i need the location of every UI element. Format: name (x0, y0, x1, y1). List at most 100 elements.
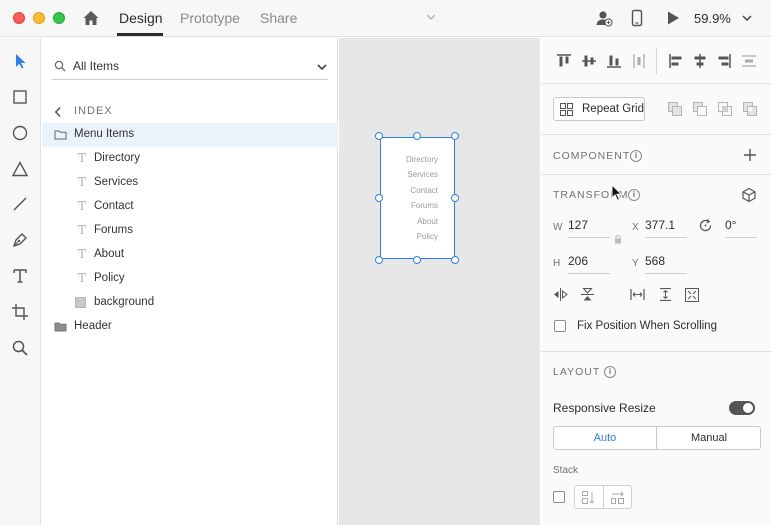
text-layer-icon: T (78, 151, 87, 165)
artboard-text-about[interactable]: About (417, 217, 438, 226)
resize-handle-bottom-left[interactable] (375, 256, 383, 264)
chevron-left-icon[interactable] (54, 106, 62, 118)
artboard-tool-icon[interactable] (11, 303, 29, 321)
align-toolbar (541, 38, 771, 84)
resize-handle-top-right[interactable] (451, 132, 459, 140)
layer-label: Contact (94, 200, 134, 212)
component-section-title: COMPONENT (553, 150, 631, 162)
repeat-grid-button[interactable]: Repeat Grid (553, 97, 645, 121)
select-tool-icon[interactable] (11, 52, 29, 70)
layers-filter-dropdown[interactable]: All Items (52, 54, 328, 80)
line-tool-icon[interactable] (11, 195, 29, 213)
stack-checkbox[interactable] (553, 491, 565, 503)
align-middle-icon[interactable] (580, 52, 598, 70)
layer-label: Directory (94, 152, 141, 164)
fit-to-content-icon[interactable] (685, 288, 699, 302)
x-input[interactable]: 377.1 (645, 218, 687, 238)
property-inspector: Repeat Grid COMPONENT i TRANSFORM i W 12… (541, 38, 771, 525)
boolean-intersect-icon[interactable] (717, 101, 733, 117)
stack-horizontal-icon[interactable] (611, 491, 625, 504)
stack-vertical-icon[interactable] (582, 491, 596, 504)
chevron-down-icon[interactable] (425, 12, 437, 22)
align-center-icon[interactable] (691, 52, 709, 70)
info-icon[interactable]: i (604, 366, 616, 378)
ellipse-tool-icon[interactable] (11, 124, 29, 142)
resize-handle-bottom-right[interactable] (451, 256, 459, 264)
artboard-text-policy[interactable]: Policy (417, 232, 438, 241)
align-bottom-icon[interactable] (605, 52, 623, 70)
artboard-text-forums[interactable]: Forums (411, 201, 438, 210)
info-icon[interactable]: i (628, 189, 640, 201)
distribute-horizontal-icon[interactable] (630, 52, 648, 70)
play-icon[interactable] (664, 9, 682, 27)
zoom-chevron-down-icon[interactable] (741, 13, 753, 23)
width-label: W (553, 222, 563, 233)
layer-row-header[interactable]: Header (42, 315, 338, 339)
divider (656, 48, 657, 74)
artboard-text-services[interactable]: Services (407, 170, 438, 179)
tab-design[interactable]: Design (119, 10, 163, 26)
distribute-spacing-vertical-icon[interactable] (658, 288, 673, 301)
menu-items-group[interactable]: Directory Services Contact Forums About … (380, 137, 455, 259)
boolean-exclude-icon[interactable] (742, 101, 758, 117)
layer-row-contact[interactable]: T Contact (42, 195, 338, 219)
tab-prototype[interactable]: Prototype (180, 10, 240, 26)
layer-label: Services (94, 176, 139, 188)
layer-label: About (94, 248, 125, 260)
zoom-window-button[interactable] (53, 12, 65, 24)
resize-mode-segmented-control: Auto Manual (553, 426, 761, 450)
resize-handle-right[interactable] (451, 194, 459, 202)
artboard-text-directory[interactable]: Directory (406, 155, 438, 164)
zoom-tool-icon[interactable] (11, 339, 29, 357)
canvas[interactable]: Directory Services Contact Forums About … (339, 38, 540, 525)
home-icon[interactable] (82, 9, 100, 27)
info-icon[interactable]: i (630, 150, 642, 162)
pen-tool-icon[interactable] (11, 231, 29, 249)
height-input[interactable]: 206 (568, 254, 610, 274)
layer-row-services[interactable]: T Services (42, 171, 338, 195)
flip-vertical-icon[interactable] (580, 288, 595, 301)
tab-share[interactable]: Share (260, 10, 297, 26)
layer-row-directory[interactable]: T Directory (42, 147, 338, 171)
y-input[interactable]: 568 (645, 254, 687, 274)
resize-handle-top-left[interactable] (375, 132, 383, 140)
width-input[interactable]: 127 (568, 218, 610, 238)
rectangle-layer-icon (75, 297, 86, 308)
align-top-icon[interactable] (555, 52, 573, 70)
device-preview-icon[interactable] (628, 9, 646, 27)
minimize-window-button[interactable] (33, 12, 45, 24)
distribute-vertical-icon[interactable] (740, 52, 758, 70)
distribute-spacing-horizontal-icon[interactable] (630, 288, 645, 301)
resize-handle-bottom[interactable] (413, 256, 421, 264)
rotation-input[interactable]: 0° (725, 218, 757, 238)
add-component-icon[interactable] (743, 148, 757, 162)
mouse-cursor-icon (611, 184, 623, 202)
align-left-icon[interactable] (667, 52, 685, 70)
boolean-subtract-icon[interactable] (692, 101, 708, 117)
user-add-icon[interactable] (595, 9, 613, 27)
lock-aspect-icon[interactable] (614, 234, 622, 244)
layer-row-background[interactable]: background (42, 291, 338, 315)
resize-handle-left[interactable] (375, 194, 383, 202)
resize-mode-auto[interactable]: Auto (554, 427, 657, 449)
boolean-add-icon[interactable] (667, 101, 683, 117)
polygon-tool-icon[interactable] (11, 160, 29, 178)
rectangle-tool-icon[interactable] (11, 88, 29, 106)
resize-handle-top[interactable] (413, 132, 421, 140)
layer-row-forums[interactable]: T Forums (42, 219, 338, 243)
search-icon (54, 60, 66, 72)
fix-position-checkbox[interactable] (554, 320, 566, 332)
artboard-text-contact[interactable]: Contact (410, 186, 438, 195)
align-right-icon[interactable] (715, 52, 733, 70)
3d-transform-icon[interactable] (741, 187, 757, 203)
flip-horizontal-icon[interactable] (553, 288, 568, 301)
layer-row-policy[interactable]: T Policy (42, 267, 338, 291)
close-window-button[interactable] (13, 12, 25, 24)
resize-mode-manual[interactable]: Manual (658, 427, 760, 449)
chevron-down-icon[interactable] (316, 62, 328, 72)
zoom-level[interactable]: 59.9% (694, 11, 731, 26)
text-tool-icon[interactable] (11, 267, 29, 285)
responsive-resize-toggle[interactable] (729, 401, 755, 415)
layer-row-about[interactable]: T About (42, 243, 338, 267)
layer-row-menu-items[interactable]: Menu Items (42, 123, 338, 147)
